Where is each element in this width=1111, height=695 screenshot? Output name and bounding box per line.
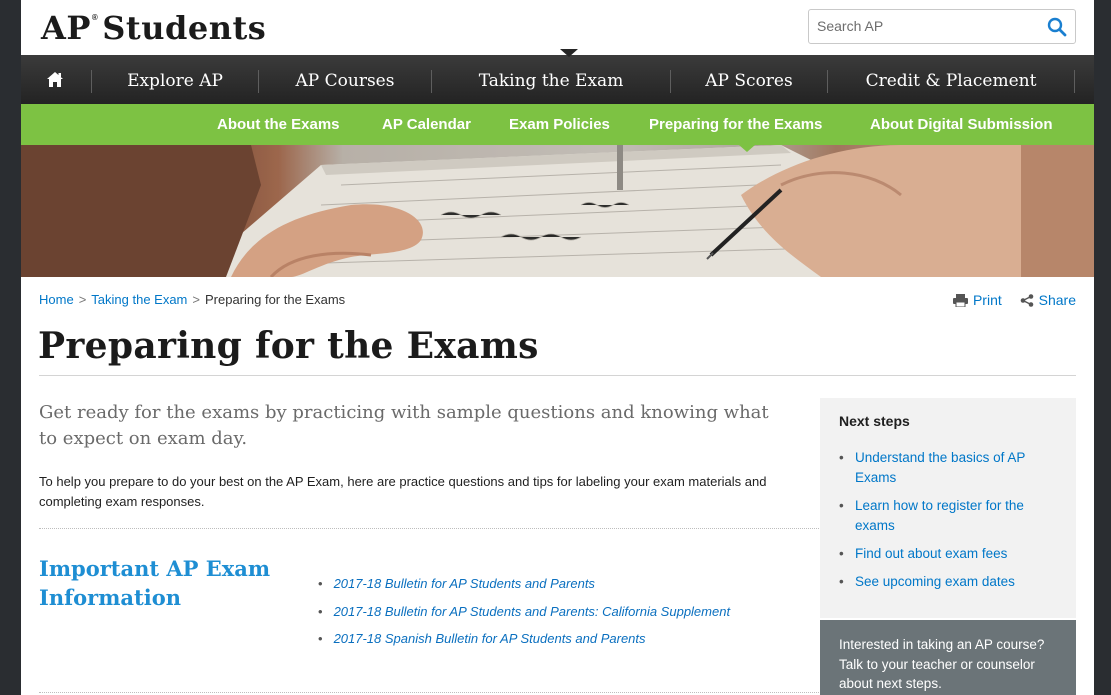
next-step-link[interactable]: Learn how to register for the exams xyxy=(855,498,1024,533)
nav-item-credit-placement[interactable]: Credit & Placement xyxy=(828,55,1074,104)
next-step-link[interactable]: See upcoming exam dates xyxy=(855,574,1015,589)
share-icon xyxy=(1020,294,1033,307)
section-divider xyxy=(39,528,829,529)
breadcrumb: Home > Taking the Exam > Preparing for the E… xyxy=(39,292,345,307)
share-button[interactable]: Share xyxy=(1020,292,1076,308)
sidebar-title: Next steps xyxy=(839,413,910,429)
body-text: To help you prepare to do your best on t… xyxy=(39,474,767,509)
search-box xyxy=(808,9,1076,44)
search-icon[interactable] xyxy=(1047,17,1067,37)
list-item: Learn how to register for the exams xyxy=(839,496,1054,536)
nav-item-ap-scores[interactable]: AP Scores xyxy=(671,55,827,104)
nav-item-ap-courses[interactable]: AP Courses xyxy=(259,55,431,104)
exam-info-links: 2017-18 Bulletin for AP Students and Par… xyxy=(315,570,731,653)
intro-text: Get ready for the exams by practicing wi… xyxy=(39,402,769,449)
callout-box: Interested in taking an AP course? Talk … xyxy=(820,620,1076,695)
page-title: Preparing for the Exams xyxy=(38,325,539,367)
active-subnav-indicator xyxy=(739,145,755,152)
next-steps-list: Understand the basics of AP Exams Learn … xyxy=(839,448,1054,600)
primary-nav: Explore AP AP Courses Taking the Exam AP… xyxy=(21,55,1094,104)
title-divider xyxy=(39,375,1076,376)
breadcrumb-parent-link[interactable]: Taking the Exam xyxy=(91,292,187,307)
hero-image-student-writing xyxy=(21,145,1094,277)
print-icon xyxy=(952,294,968,307)
nav-item-explore-ap[interactable]: Explore AP xyxy=(92,55,258,104)
section-heading: Important AP Exam Information xyxy=(39,556,271,610)
logo-students: Students xyxy=(102,9,267,47)
subnav-item-about-digital-submission[interactable]: About Digital Submission xyxy=(870,104,1053,145)
site-header: AP® Students xyxy=(21,0,1094,55)
subnav-item-ap-calendar[interactable]: AP Calendar xyxy=(382,104,471,145)
page: AP®Students Explore AP AP Courses Taking… xyxy=(21,0,1094,695)
breadcrumb-home-link[interactable]: Home xyxy=(39,292,74,307)
ap-students-logo[interactable]: AP® Students xyxy=(41,9,266,47)
next-step-link[interactable]: Find out about exam fees xyxy=(855,546,1007,561)
search-input[interactable] xyxy=(817,18,1037,34)
active-nav-indicator xyxy=(560,49,578,57)
nav-item-taking-the-exam[interactable]: Taking the Exam xyxy=(432,55,670,104)
nav-divider xyxy=(1074,70,1075,93)
print-button[interactable]: Print xyxy=(952,292,1006,308)
next-steps-sidebar: Next steps Understand the basics of AP E… xyxy=(820,398,1076,618)
share-label: Share xyxy=(1038,292,1076,308)
california-supplement-link[interactable]: 2017-18 Bulletin for AP Students and Par… xyxy=(334,604,731,619)
next-step-link[interactable]: Understand the basics of AP Exams xyxy=(855,450,1025,485)
list-item: See upcoming exam dates xyxy=(839,572,1054,592)
spanish-bulletin-link[interactable]: 2017-18 Spanish Bulletin for AP Students… xyxy=(334,631,646,646)
list-item: 2017-18 Spanish Bulletin for AP Students… xyxy=(315,625,730,653)
print-label: Print xyxy=(972,292,1002,308)
subnav-item-preparing-for-the-exams[interactable]: Preparing for the Exams xyxy=(649,104,822,145)
section-divider xyxy=(39,692,829,693)
hero-banner xyxy=(21,145,1094,277)
breadcrumb-current: Preparing for the Exams xyxy=(204,292,346,307)
breadcrumb-separator: > xyxy=(192,292,200,307)
secondary-nav: About the Exams AP Calendar Exam Policie… xyxy=(21,104,1094,145)
registered-mark: ® xyxy=(91,13,99,22)
home-icon[interactable] xyxy=(46,71,64,88)
subnav-item-exam-policies[interactable]: Exam Policies xyxy=(509,104,610,145)
list-item: 2017-18 Bulletin for AP Students and Par… xyxy=(315,598,731,626)
subnav-item-about-the-exams[interactable]: About the Exams xyxy=(217,104,340,145)
list-item: 2017-18 Bulletin for AP Students and Par… xyxy=(315,570,730,598)
logo-ap: AP xyxy=(41,9,91,47)
bulletin-link[interactable]: 2017-18 Bulletin for AP Students and Par… xyxy=(334,576,595,591)
breadcrumb-separator: > xyxy=(78,292,87,307)
page-tools: Print Share xyxy=(952,292,1076,308)
list-item: Find out about exam fees xyxy=(839,544,1054,564)
list-item: Understand the basics of AP Exams xyxy=(839,448,1054,488)
